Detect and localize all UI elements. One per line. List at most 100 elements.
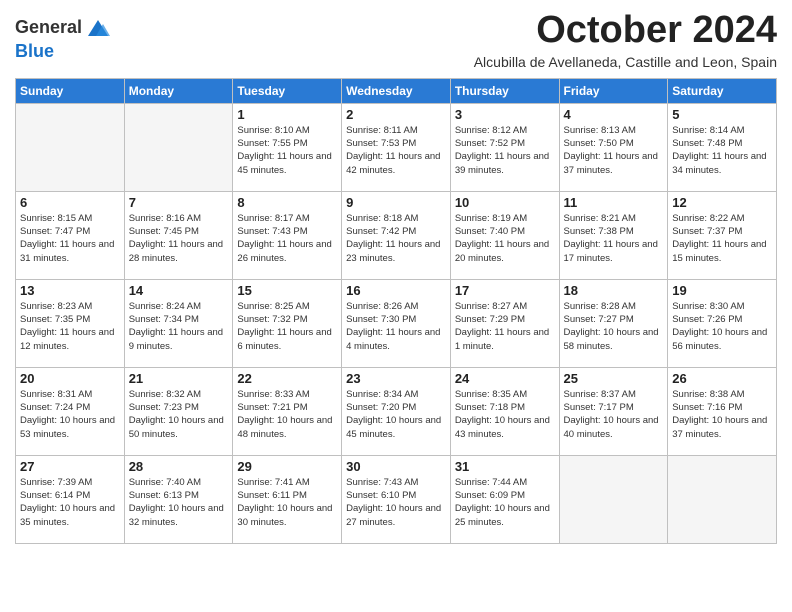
calendar-cell: 6 Sunrise: 8:15 AMSunset: 7:47 PMDaylight… [16,191,125,279]
day-number: 3 [455,107,555,122]
week-row-5: 27 Sunrise: 7:39 AMSunset: 6:14 PMDayligh… [16,455,777,543]
logo-text-general: General [15,18,82,38]
day-number: 26 [672,371,772,386]
subtitle: Alcubilla de Avellaneda, Castille and Le… [474,54,777,70]
day-number: 12 [672,195,772,210]
week-row-1: 1 Sunrise: 8:10 AMSunset: 7:55 PMDaylight… [16,103,777,191]
day-number: 7 [129,195,229,210]
day-number: 19 [672,283,772,298]
day-number: 1 [237,107,337,122]
day-number: 14 [129,283,229,298]
weekday-header-sunday: Sunday [16,78,125,103]
week-row-4: 20 Sunrise: 8:31 AMSunset: 7:24 PMDayligh… [16,367,777,455]
week-row-3: 13Sunrise: 8:23 AMSunset: 7:35 PMDayligh… [16,279,777,367]
day-number: 9 [346,195,446,210]
day-number: 27 [20,459,120,474]
day-info: Sunrise: 8:38 AMSunset: 7:16 PMDaylight:… [672,388,772,441]
day-info: Sunrise: 8:22 AMSunset: 7:37 PMDaylight:… [672,212,772,265]
weekday-header-friday: Friday [559,78,668,103]
weekday-header-monday: Monday [124,78,233,103]
calendar-cell: 3 Sunrise: 8:12 AMSunset: 7:52 PMDaylight… [450,103,559,191]
day-number: 2 [346,107,446,122]
day-info: Sunrise: 7:41 AMSunset: 6:11 PMDaylight:… [237,476,337,529]
calendar-cell: 1 Sunrise: 8:10 AMSunset: 7:55 PMDaylight… [233,103,342,191]
day-number: 10 [455,195,555,210]
logo: General Blue [15,14,112,62]
calendar-cell: 31 Sunrise: 7:44 AMSunset: 6:09 PMDayligh… [450,455,559,543]
day-info: Sunrise: 7:40 AMSunset: 6:13 PMDaylight:… [129,476,229,529]
day-info: Sunrise: 8:37 AMSunset: 7:17 PMDaylight:… [564,388,664,441]
calendar-cell: 16 Sunrise: 8:26 AMSunset: 7:30 PMDayligh… [342,279,451,367]
calendar-cell: 23Sunrise: 8:34 AMSunset: 7:20 PMDayligh… [342,367,451,455]
day-number: 31 [455,459,555,474]
day-info: Sunrise: 8:35 AMSunset: 7:18 PMDaylight:… [455,388,555,441]
calendar-cell: 27 Sunrise: 7:39 AMSunset: 6:14 PMDayligh… [16,455,125,543]
day-number: 21 [129,371,229,386]
calendar-cell: 7 Sunrise: 8:16 AMSunset: 7:45 PMDaylight… [124,191,233,279]
calendar-cell: 15Sunrise: 8:25 AMSunset: 7:32 PMDayligh… [233,279,342,367]
day-info: Sunrise: 8:31 AMSunset: 7:24 PMDaylight:… [20,388,120,441]
day-info: Sunrise: 8:27 AMSunset: 7:29 PMDaylight:… [455,300,555,353]
logo-icon [84,14,112,42]
day-number: 16 [346,283,446,298]
calendar-cell: 30 Sunrise: 7:43 AMSunset: 6:10 PMDayligh… [342,455,451,543]
day-number: 4 [564,107,664,122]
day-number: 20 [20,371,120,386]
day-info: Sunrise: 8:28 AMSunset: 7:27 PMDaylight:… [564,300,664,353]
month-title: October 2024 [474,10,777,52]
day-info: Sunrise: 8:33 AMSunset: 7:21 PMDaylight:… [237,388,337,441]
logo-text-blue: Blue [15,42,54,62]
day-info: Sunrise: 8:19 AMSunset: 7:40 PMDaylight:… [455,212,555,265]
calendar-cell: 14Sunrise: 8:24 AMSunset: 7:34 PMDayligh… [124,279,233,367]
day-number: 29 [237,459,337,474]
calendar-cell [559,455,668,543]
calendar-cell: 25 Sunrise: 8:37 AMSunset: 7:17 PMDayligh… [559,367,668,455]
calendar-cell: 19Sunrise: 8:30 AMSunset: 7:26 PMDayligh… [668,279,777,367]
calendar-cell: 26 Sunrise: 8:38 AMSunset: 7:16 PMDayligh… [668,367,777,455]
calendar-cell: 2 Sunrise: 8:11 AMSunset: 7:53 PMDaylight… [342,103,451,191]
header: General Blue October 2024 Alcubilla de A… [15,10,777,70]
day-info: Sunrise: 8:21 AMSunset: 7:38 PMDaylight:… [564,212,664,265]
day-number: 25 [564,371,664,386]
week-row-2: 6 Sunrise: 8:15 AMSunset: 7:47 PMDaylight… [16,191,777,279]
day-info: Sunrise: 8:23 AMSunset: 7:35 PMDaylight:… [20,300,120,353]
calendar-cell: 28Sunrise: 7:40 AMSunset: 6:13 PMDayligh… [124,455,233,543]
calendar: SundayMondayTuesdayWednesdayThursdayFrid… [15,78,777,544]
day-info: Sunrise: 8:16 AMSunset: 7:45 PMDaylight:… [129,212,229,265]
day-info: Sunrise: 8:11 AMSunset: 7:53 PMDaylight:… [346,124,446,177]
weekday-header-row: SundayMondayTuesdayWednesdayThursdayFrid… [16,78,777,103]
day-info: Sunrise: 8:13 AMSunset: 7:50 PMDaylight:… [564,124,664,177]
day-number: 22 [237,371,337,386]
page: General Blue October 2024 Alcubilla de A… [0,0,792,559]
day-number: 18 [564,283,664,298]
day-info: Sunrise: 7:44 AMSunset: 6:09 PMDaylight:… [455,476,555,529]
calendar-cell: 5Sunrise: 8:14 AMSunset: 7:48 PMDaylight… [668,103,777,191]
title-block: October 2024 Alcubilla de Avellaneda, Ca… [474,10,777,70]
day-number: 6 [20,195,120,210]
day-info: Sunrise: 8:32 AMSunset: 7:23 PMDaylight:… [129,388,229,441]
calendar-cell: 8 Sunrise: 8:17 AMSunset: 7:43 PMDaylight… [233,191,342,279]
calendar-cell: 18 Sunrise: 8:28 AMSunset: 7:27 PMDayligh… [559,279,668,367]
calendar-cell: 17 Sunrise: 8:27 AMSunset: 7:29 PMDayligh… [450,279,559,367]
day-number: 17 [455,283,555,298]
calendar-cell: 24 Sunrise: 8:35 AMSunset: 7:18 PMDayligh… [450,367,559,455]
calendar-cell [124,103,233,191]
day-info: Sunrise: 8:12 AMSunset: 7:52 PMDaylight:… [455,124,555,177]
weekday-header-thursday: Thursday [450,78,559,103]
day-info: Sunrise: 8:17 AMSunset: 7:43 PMDaylight:… [237,212,337,265]
day-info: Sunrise: 8:10 AMSunset: 7:55 PMDaylight:… [237,124,337,177]
calendar-cell: 9 Sunrise: 8:18 AMSunset: 7:42 PMDaylight… [342,191,451,279]
calendar-cell: 10 Sunrise: 8:19 AMSunset: 7:40 PMDayligh… [450,191,559,279]
day-number: 24 [455,371,555,386]
day-info: Sunrise: 8:25 AMSunset: 7:32 PMDaylight:… [237,300,337,353]
day-number: 8 [237,195,337,210]
day-info: Sunrise: 7:39 AMSunset: 6:14 PMDaylight:… [20,476,120,529]
weekday-header-wednesday: Wednesday [342,78,451,103]
calendar-cell: 11Sunrise: 8:21 AMSunset: 7:38 PMDayligh… [559,191,668,279]
day-number: 30 [346,459,446,474]
day-info: Sunrise: 8:26 AMSunset: 7:30 PMDaylight:… [346,300,446,353]
day-info: Sunrise: 8:18 AMSunset: 7:42 PMDaylight:… [346,212,446,265]
day-info: Sunrise: 7:43 AMSunset: 6:10 PMDaylight:… [346,476,446,529]
calendar-cell: 13Sunrise: 8:23 AMSunset: 7:35 PMDayligh… [16,279,125,367]
day-info: Sunrise: 8:15 AMSunset: 7:47 PMDaylight:… [20,212,120,265]
